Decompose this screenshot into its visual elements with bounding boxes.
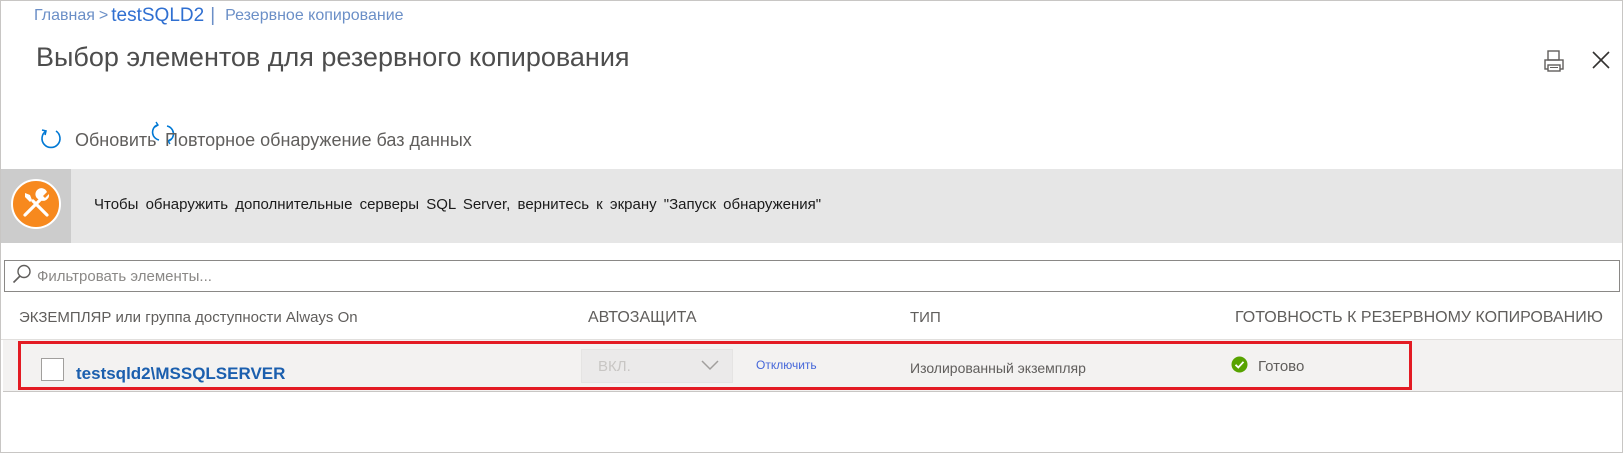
blade: Главная > testSQLD2 | Резервное копирова… bbox=[0, 0, 1623, 453]
breadcrumb: Главная > testSQLD2 | Резервное копирова… bbox=[34, 5, 404, 27]
breadcrumb-home-link[interactable]: Главная bbox=[34, 7, 95, 25]
status-label: Готово bbox=[1258, 358, 1305, 375]
close-icon[interactable] bbox=[1590, 49, 1612, 71]
breadcrumb-resource-link[interactable]: testSQLD2 bbox=[111, 5, 204, 27]
column-header-backup-readiness[interactable]: ГОТОВНОСТЬ К РЕЗЕРВНОМУ КОПИРОВАНИЮ bbox=[1235, 309, 1603, 327]
rediscover-label: Повторное обнаружение баз данных bbox=[165, 129, 472, 150]
autoprotection-dropdown[interactable]: ВКЛ. bbox=[581, 349, 733, 383]
banner-message: Чтобы обнаружить дополнительные серверы … bbox=[94, 196, 822, 213]
instance-name-link[interactable]: testsqld2\MSSQLSERVER bbox=[76, 364, 285, 384]
column-header-type[interactable]: ТИП bbox=[910, 309, 941, 326]
instance-type: Изолированный экземпляр bbox=[910, 360, 1086, 376]
row-checkbox[interactable] bbox=[41, 358, 64, 381]
refresh-icon bbox=[39, 125, 63, 156]
breadcrumb-page-label: Резервное копирование bbox=[225, 7, 404, 24]
column-header-instance[interactable]: ЭКЗЕМПЛЯР или группа доступности Always … bbox=[19, 309, 358, 326]
chevron-down-icon bbox=[700, 358, 720, 375]
filter-input[interactable] bbox=[37, 264, 1537, 288]
wrench-screwdriver-icon bbox=[11, 178, 61, 234]
backup-readiness-status: Готово bbox=[1231, 356, 1304, 377]
table-row[interactable]: testsqld2\MSSQLSERVER ВКЛ. Отключить Изо… bbox=[3, 340, 1622, 392]
banner-icon-box bbox=[1, 169, 71, 243]
breadcrumb-divider: | bbox=[210, 5, 216, 26]
refresh-label: Обновить bbox=[75, 129, 157, 150]
disable-autoprotection-link[interactable]: Отключить bbox=[756, 358, 817, 372]
check-circle-icon bbox=[1231, 356, 1248, 377]
filter-box bbox=[4, 260, 1620, 292]
info-banner: Чтобы обнаружить дополнительные серверы … bbox=[1, 169, 1622, 243]
refresh-button[interactable]: Обновить bbox=[39, 125, 157, 155]
rediscover-databases-button[interactable]: Повторное обнаружение баз данных bbox=[151, 121, 472, 155]
command-bar: Обновить Повторное обнаружение баз данны… bbox=[39, 121, 739, 155]
search-icon bbox=[11, 263, 33, 290]
print-icon[interactable] bbox=[1543, 49, 1565, 73]
breadcrumb-separator: > bbox=[98, 7, 109, 24]
column-header-autoprotection[interactable]: АВТОЗАЩИТА bbox=[588, 309, 697, 327]
page-title: Выбор элементов для резервного копирован… bbox=[36, 42, 630, 72]
autoprotection-value: ВКЛ. bbox=[598, 357, 631, 375]
